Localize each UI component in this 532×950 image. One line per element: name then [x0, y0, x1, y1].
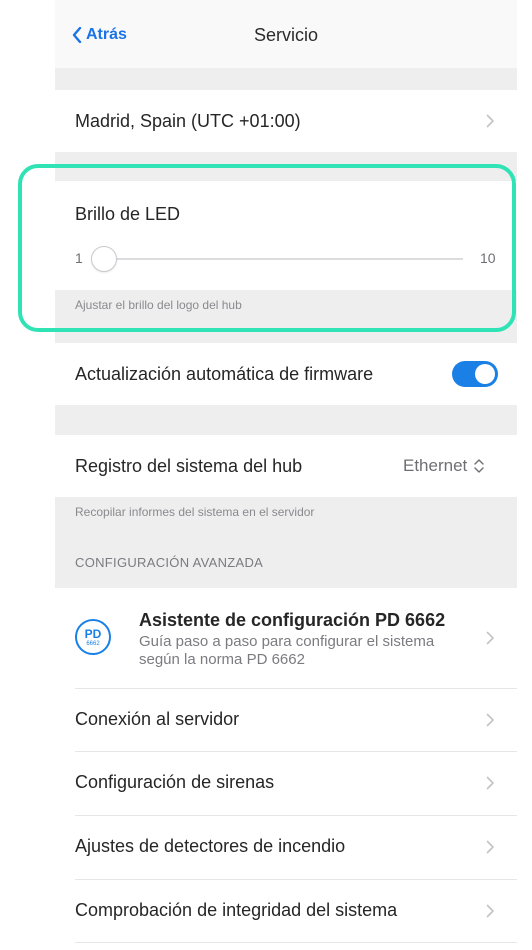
pd-icon-text: PD: [84, 626, 102, 641]
firmware-update-row: Actualización automática de firmware: [55, 343, 517, 405]
list-item-sirens[interactable]: Configuración de sirenas: [55, 752, 517, 815]
chevron-right-icon: [486, 713, 494, 727]
firmware-toggle[interactable]: [452, 361, 498, 387]
timezone-row[interactable]: Madrid, Spain (UTC +01:00): [55, 90, 517, 152]
led-slider-thumb[interactable]: [91, 246, 117, 272]
hub-log-row[interactable]: Registro del sistema del hub Ethernet: [55, 435, 517, 497]
led-slider-track[interactable]: [93, 258, 463, 260]
pd6662-wizard-item[interactable]: PD 6662 Asistente de configuración PD 66…: [55, 588, 517, 688]
list-item-label: Comprobación de integridad del sistema: [75, 900, 398, 920]
pd-icon-number: 6662: [86, 640, 100, 647]
list-item-label: Configuración de sirenas: [75, 772, 275, 792]
list-item-fire-detectors[interactable]: Ajustes de detectores de incendio: [55, 816, 517, 879]
timezone-label: Madrid, Spain (UTC +01:00): [75, 111, 301, 131]
chevron-right-icon: [486, 840, 494, 854]
list-item-label: Conexión al servidor: [75, 709, 240, 729]
chevron-right-icon: [486, 904, 494, 918]
list-item-label: Ajustes de detectores de incendio: [75, 836, 346, 856]
divider: [75, 942, 517, 943]
chevron-up-down-icon: [474, 459, 484, 473]
chevron-right-icon: [486, 776, 494, 790]
hub-log-select[interactable]: Ethernet: [403, 456, 485, 476]
led-brightness-caption: Ajustar el brillo del logo del hub: [75, 298, 242, 312]
list-item-integrity-check[interactable]: Comprobación de integridad del sistema: [55, 880, 517, 942]
advanced-section-title: CONFIGURACIÓN AVANZADA: [75, 555, 264, 570]
wizard-title: Asistente de configuración PD 6662: [139, 610, 446, 630]
led-brightness-label: Brillo de LED: [75, 204, 181, 224]
chevron-right-icon: [486, 114, 494, 128]
slider-max-label: 10: [480, 250, 496, 266]
advanced-list: PD 6662 Asistente de configuración PD 66…: [55, 588, 517, 950]
hub-log-label: Registro del sistema del hub: [75, 456, 303, 476]
page-title: Servicio: [253, 25, 319, 45]
toggle-knob: [475, 364, 495, 384]
chevron-right-icon: [486, 631, 494, 645]
nav-header: Atrás Servicio: [55, 0, 517, 68]
hub-log-caption: Recopilar informes del sistema en el ser…: [75, 505, 315, 519]
settings-panel: Atrás Servicio Madrid, Spain (UTC +01:00…: [55, 0, 517, 950]
slider-min-label: 1: [75, 250, 83, 266]
pd6662-icon: PD 6662: [75, 619, 111, 655]
led-brightness-row: Brillo de LED 1 10: [55, 181, 517, 290]
hub-log-value: Ethernet: [403, 456, 468, 475]
firmware-update-label: Actualización automática de firmware: [75, 364, 374, 384]
list-item-server-connection[interactable]: Conexión al servidor: [55, 689, 517, 751]
wizard-description: Guía paso a paso para configurar el sist…: [139, 633, 435, 668]
